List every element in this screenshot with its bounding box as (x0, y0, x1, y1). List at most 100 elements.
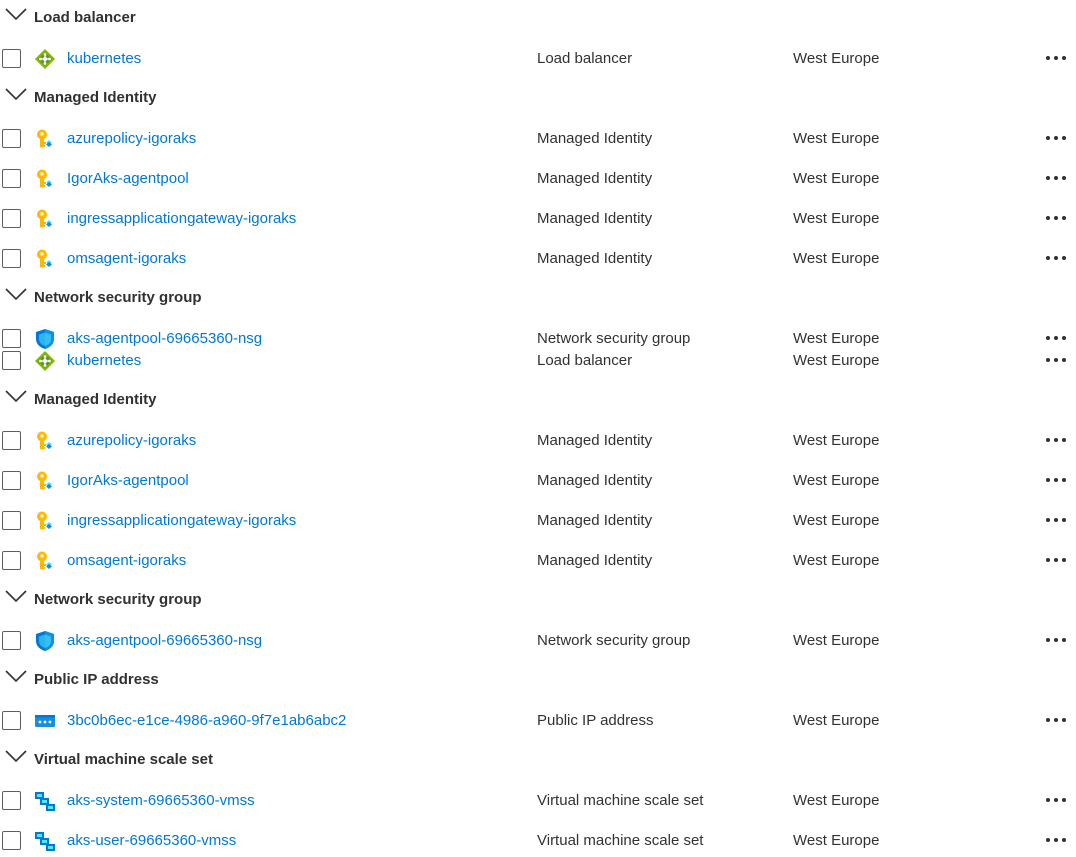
resource-type: Managed Identity (537, 472, 653, 489)
group-title: Network security group (34, 289, 202, 306)
chevron-down-icon[interactable] (5, 585, 27, 615)
resource-location: West Europe (793, 792, 880, 809)
resource-type: Managed Identity (537, 512, 653, 529)
row-checkbox[interactable] (2, 831, 21, 850)
vmss-icon (34, 830, 56, 852)
group-header[interactable]: Network security group (0, 585, 1076, 615)
resource-type: Load balancer (537, 50, 633, 67)
resource-row: kubernetes Load balancer West Europe (0, 346, 1076, 376)
row-checkbox[interactable] (2, 431, 21, 450)
resource-name-link[interactable]: aks-user-69665360-vmss (67, 826, 236, 856)
group-title: Managed Identity (34, 391, 157, 408)
resource-type: Managed Identity (537, 130, 653, 147)
row-checkbox[interactable] (2, 471, 21, 490)
more-options-icon[interactable] (1044, 436, 1070, 446)
more-options-icon[interactable] (1044, 214, 1070, 224)
resource-name-link[interactable]: IgorAks-agentpool (67, 466, 189, 496)
resource-type: Load balancer (537, 352, 633, 369)
resource-name-link[interactable]: IgorAks-agentpool (67, 164, 189, 194)
more-options-icon[interactable] (1044, 174, 1070, 184)
more-options-icon[interactable] (1044, 716, 1070, 726)
managed-identity-icon (34, 470, 56, 492)
group-header[interactable]: Managed Identity (0, 83, 1076, 113)
resource-location: West Europe (793, 50, 880, 67)
group-header[interactable]: Virtual machine scale set (0, 745, 1076, 775)
group-title: Managed Identity (34, 89, 157, 106)
resource-type: Virtual machine scale set (537, 792, 704, 809)
chevron-down-icon[interactable] (5, 665, 27, 695)
resource-name-link[interactable]: 3bc0b6ec-e1ce-4986-a960-9f7e1ab6abc2 (67, 706, 346, 736)
more-options-icon[interactable] (1044, 516, 1070, 526)
nsg-shield-icon (34, 630, 56, 652)
resource-name-link[interactable]: omsagent-igoraks (67, 546, 186, 576)
row-checkbox[interactable] (2, 169, 21, 188)
more-options-icon[interactable] (1044, 476, 1070, 486)
resource-name-link[interactable]: azurepolicy-igoraks (67, 426, 196, 456)
resource-location: West Europe (793, 210, 880, 227)
resource-location: West Europe (793, 250, 880, 267)
group-title: Load balancer (34, 9, 136, 26)
group-header[interactable]: Public IP address (0, 665, 1076, 695)
resource-row: aks-agentpool-69665360-nsg Network securi… (0, 626, 1076, 656)
vmss-icon (34, 790, 56, 812)
resource-name-link[interactable]: ingressapplicationgateway-igoraks (67, 204, 296, 234)
more-options-icon[interactable] (1044, 636, 1070, 646)
chevron-down-icon[interactable] (5, 3, 27, 33)
row-checkbox[interactable] (2, 791, 21, 810)
more-options-icon[interactable] (1044, 796, 1070, 806)
chevron-down-icon[interactable] (5, 385, 27, 415)
managed-identity-icon (34, 430, 56, 452)
resource-type: Managed Identity (537, 250, 653, 267)
row-checkbox[interactable] (2, 551, 21, 570)
resource-type: Virtual machine scale set (537, 832, 704, 849)
resource-name-link[interactable]: azurepolicy-igoraks (67, 124, 196, 154)
more-options-icon[interactable] (1044, 134, 1070, 144)
row-checkbox[interactable] (2, 129, 21, 148)
resource-name-link[interactable]: kubernetes (67, 44, 141, 74)
resource-type: Public IP address (537, 712, 654, 729)
more-options-icon[interactable] (1044, 54, 1070, 64)
more-options-icon[interactable] (1044, 356, 1070, 366)
group-header[interactable]: Managed Identity (0, 385, 1076, 415)
row-checkbox[interactable] (2, 249, 21, 268)
more-options-icon[interactable] (1044, 556, 1070, 566)
group-header[interactable]: Load balancer (0, 3, 1076, 33)
resource-location: West Europe (793, 552, 880, 569)
more-options-icon[interactable] (1044, 334, 1070, 344)
group-header[interactable]: Network security group (0, 283, 1076, 313)
load-balancer-icon (34, 48, 56, 70)
resource-location: West Europe (793, 832, 880, 849)
more-options-icon[interactable] (1044, 254, 1070, 264)
resource-row: aks-user-69665360-vmss Virtual machine sc… (0, 826, 1076, 856)
resource-type: Managed Identity (537, 210, 653, 227)
resource-row: ingressapplicationgateway-igoraks Managed… (0, 204, 1076, 234)
resource-type: Managed Identity (537, 170, 653, 187)
managed-identity-icon (34, 248, 56, 270)
managed-identity-icon (34, 208, 56, 230)
group-title: Public IP address (34, 671, 159, 688)
resource-name-link[interactable]: kubernetes (67, 346, 141, 376)
more-options-icon[interactable] (1044, 836, 1070, 846)
resource-location: West Europe (793, 632, 880, 649)
chevron-down-icon[interactable] (5, 283, 27, 313)
row-checkbox[interactable] (2, 209, 21, 228)
managed-identity-icon (34, 168, 56, 190)
resource-row: azurepolicy-igoraks Managed Identity West … (0, 426, 1076, 456)
resource-row: azurepolicy-igoraks Managed Identity West … (0, 124, 1076, 154)
resource-location: West Europe (793, 170, 880, 187)
resource-name-link[interactable]: omsagent-igoraks (67, 244, 186, 274)
row-checkbox[interactable] (2, 49, 21, 68)
chevron-down-icon[interactable] (5, 83, 27, 113)
resource-name-link[interactable]: ingressapplicationgateway-igoraks (67, 506, 296, 536)
row-checkbox[interactable] (2, 711, 21, 730)
row-checkbox[interactable] (2, 631, 21, 650)
resource-name-link[interactable]: aks-system-69665360-vmss (67, 786, 255, 816)
resource-type: Network security group (537, 632, 691, 649)
resource-row: IgorAks-agentpool Managed Identity West Eu… (0, 466, 1076, 496)
resource-name-link[interactable]: aks-agentpool-69665360-nsg (67, 626, 262, 656)
row-checkbox[interactable] (2, 351, 21, 370)
row-checkbox[interactable] (2, 511, 21, 530)
chevron-down-icon[interactable] (5, 745, 27, 775)
resource-row: omsagent-igoraks Managed Identity West Eur… (0, 244, 1076, 274)
resource-row: ingressapplicationgateway-igoraks Managed… (0, 506, 1076, 536)
